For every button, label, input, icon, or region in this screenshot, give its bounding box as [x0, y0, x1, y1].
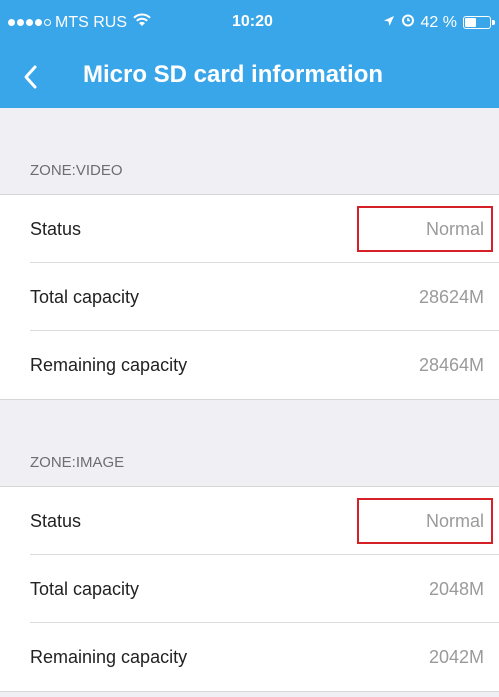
battery-percent: 42 % — [420, 13, 457, 31]
row-label: Remaining capacity — [30, 647, 188, 667]
highlight-box — [357, 206, 493, 252]
row-value: 28464M — [418, 355, 484, 375]
location-arrow-icon — [383, 14, 395, 32]
list-item-image-status[interactable]: Status Normal — [0, 487, 499, 555]
row-value: 28624M — [418, 287, 484, 307]
section-title: ZONE:VIDEO — [30, 162, 123, 179]
row-label: Total capacity — [30, 287, 140, 307]
row-value: 2048M — [428, 579, 484, 599]
section-header-image: ZONE:IMAGE — [0, 428, 499, 486]
section-header-video: ZONE:VIDEO — [0, 136, 499, 194]
carrier-name: MTS RUS — [55, 13, 127, 31]
list-item-image-total-capacity[interactable]: Total capacity 2048M — [0, 555, 499, 623]
back-button[interactable] — [18, 61, 48, 93]
list-item-video-status[interactable]: Status Normal — [0, 195, 499, 263]
list-item-video-total-capacity[interactable]: Total capacity 28624M — [0, 263, 499, 331]
highlight-box — [357, 498, 493, 544]
section-divider — [0, 399, 499, 400]
battery-fill — [465, 18, 476, 27]
row-value: 2042M — [428, 647, 484, 667]
status-icons: 42 % — [383, 13, 495, 32]
row-label: Remaining capacity — [30, 355, 188, 375]
wifi-icon — [133, 13, 151, 32]
list-item-video-remaining-capacity[interactable]: Remaining capacity 28464M — [0, 331, 499, 399]
row-label: Status — [30, 511, 82, 531]
row-label: Total capacity — [30, 579, 140, 599]
alarm-icon — [401, 13, 415, 32]
battery-icon — [463, 16, 495, 29]
clock: 10:20 — [232, 13, 273, 30]
carrier-group: MTS RUS — [8, 13, 151, 32]
list-item-image-remaining-capacity[interactable]: Remaining capacity 2042M — [0, 623, 499, 691]
status-bar: MTS RUS 10:20 42 % — [0, 0, 499, 46]
section-divider — [0, 691, 499, 692]
page-title: Micro SD card information — [83, 61, 384, 88]
signal-strength-icon — [8, 19, 51, 26]
chevron-left-icon — [24, 65, 37, 89]
section-title: ZONE:IMAGE — [30, 454, 125, 471]
row-label: Status — [30, 219, 82, 239]
navigation-bar: Micro SD card information — [0, 46, 499, 108]
